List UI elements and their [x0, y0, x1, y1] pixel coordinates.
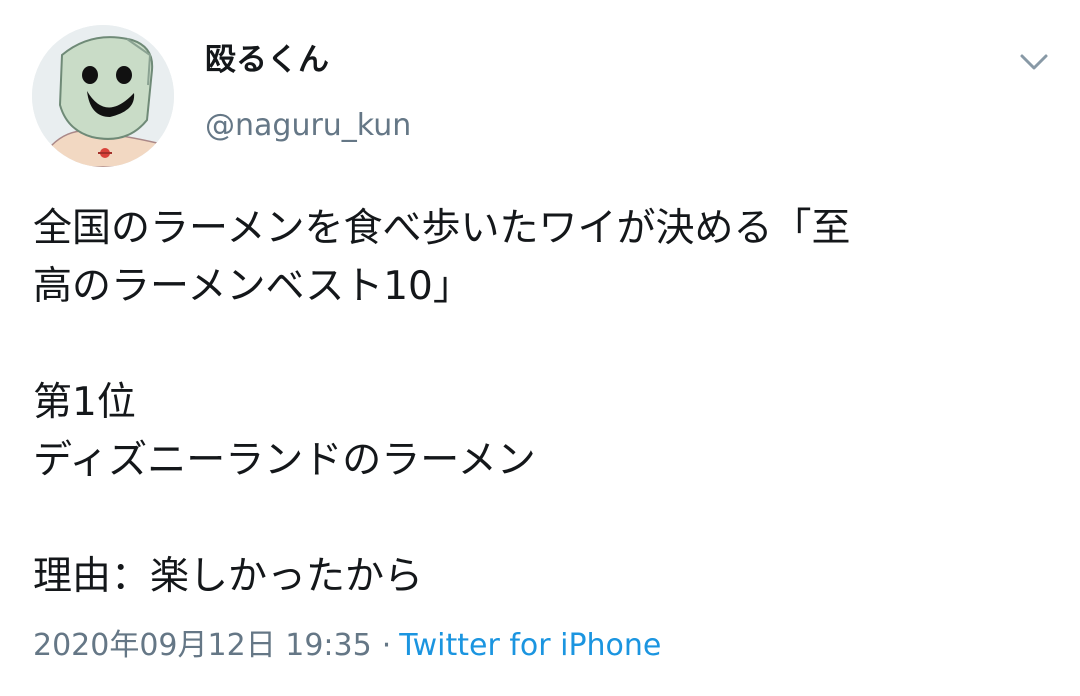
user-handle[interactable]: @naguru_kun — [205, 106, 411, 146]
tweet-text-line: 第1位 — [33, 380, 136, 425]
tweet-text-line: 理由：楽しかったから — [33, 554, 424, 599]
display-name[interactable]: 殴るくん — [205, 40, 329, 80]
chevron-down-icon[interactable] — [1012, 44, 1056, 80]
tweet-text-line: ディズニーランドのラーメン — [33, 438, 536, 483]
avatar[interactable] — [32, 25, 174, 167]
tweet-text-line: 全国のラーメンを食べ歩いたワイが決める「至 — [33, 206, 851, 251]
tweet-text: 全国のラーメンを食べ歩いたワイが決める「至 高のラーメンベスト10」 第1位 デ… — [33, 200, 1043, 606]
source-link[interactable]: Twitter for iPhone — [399, 628, 661, 663]
tweet-meta: 2020年09月12日 19:35 · Twitter for iPhone — [33, 624, 661, 668]
separator: · — [381, 628, 392, 663]
tweet-card: 殴るくん @naguru_kun 全国のラーメンを食べ歩いたワイが決める「至 高… — [0, 0, 1080, 696]
avatar-image — [32, 25, 174, 167]
timestamp[interactable]: 2020年09月12日 19:35 — [33, 628, 372, 663]
tweet-text-line: 高のラーメンベスト10」 — [33, 264, 472, 309]
